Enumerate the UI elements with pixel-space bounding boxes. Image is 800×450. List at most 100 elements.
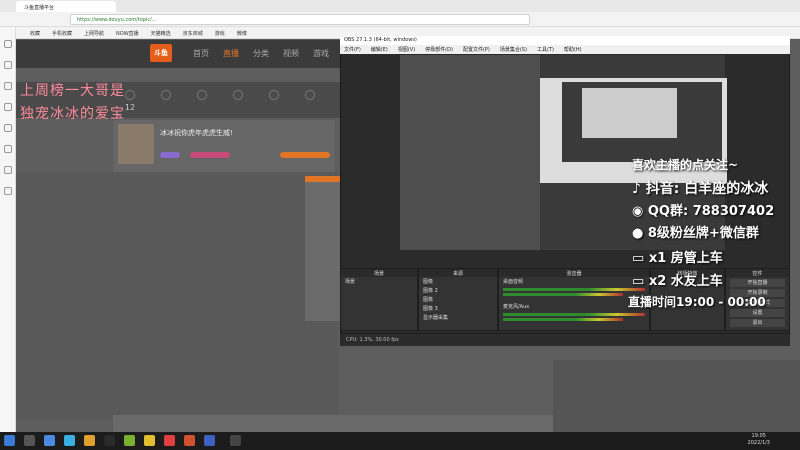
category-item[interactable]	[260, 90, 288, 103]
nav-video[interactable]: 视频	[283, 48, 299, 59]
bookmark-item[interactable]: 京东商城	[183, 30, 203, 37]
browser-tab[interactable]: 斗鱼直播平台	[16, 1, 116, 12]
bookmark-item[interactable]: NOW直播	[116, 30, 139, 37]
car-icon: ▭	[632, 251, 649, 266]
scene-item[interactable]: 场景	[341, 277, 417, 286]
douyu-logo[interactable]: 斗鱼	[150, 44, 172, 62]
bookmark-item[interactable]: 手机收藏	[52, 30, 72, 37]
source-item[interactable]: 图像 3	[419, 304, 497, 313]
url-input[interactable]: https://www.douyu.com/topic/...	[70, 14, 530, 25]
settings-button[interactable]: 设置	[730, 309, 785, 317]
nvidia-icon[interactable]	[124, 435, 135, 446]
app-icon[interactable]	[44, 435, 55, 446]
start-streaming-button[interactable]: 开始直播	[730, 279, 785, 287]
menu-docks[interactable]: 停靠部件(D)	[425, 46, 453, 53]
qq-icon: ◉	[632, 204, 648, 219]
panel-header: 来源	[419, 269, 497, 277]
gift-bar	[113, 415, 553, 432]
category-item[interactable]	[224, 90, 252, 103]
history-icon[interactable]	[4, 61, 12, 69]
menu-edit[interactable]: 编辑(E)	[371, 46, 388, 53]
source-item[interactable]: 图像	[419, 277, 497, 286]
bookmark-item[interactable]: 天猫精选	[151, 30, 171, 37]
wechat-icon: ●	[632, 226, 648, 241]
app-icon[interactable]	[144, 435, 155, 446]
bookmark-item[interactable]: 游戏	[215, 30, 225, 37]
category-icon	[125, 90, 135, 100]
category-item[interactable]	[188, 90, 216, 103]
overlay-schedule: 直播时间19:00 - 00:00	[628, 295, 766, 309]
volume-slider[interactable]	[503, 293, 623, 296]
nested-capture-deep	[582, 88, 677, 138]
category-item[interactable]	[152, 90, 180, 103]
steam-icon[interactable]	[24, 435, 35, 446]
taskbar	[0, 432, 800, 450]
list-icon[interactable]	[4, 187, 12, 195]
follow-button[interactable]	[280, 152, 330, 158]
app-icon[interactable]	[184, 435, 195, 446]
app-icon[interactable]	[64, 435, 75, 446]
mixer-track-label: 桌面音频	[503, 279, 524, 285]
weibo-icon[interactable]	[4, 124, 12, 132]
category-icon	[233, 90, 243, 100]
level-badge	[160, 152, 180, 158]
star-icon[interactable]	[4, 40, 12, 48]
overlay-qq: ◉ QQ群: 788307402	[632, 204, 775, 219]
nav-home[interactable]: 首页	[193, 48, 209, 59]
bookmark-item[interactable]: 上网导航	[84, 30, 104, 37]
app-icon[interactable]	[104, 435, 115, 446]
obs-icon[interactable]	[230, 435, 241, 446]
menu-view[interactable]: 视图(V)	[398, 46, 415, 53]
menu-help[interactable]: 帮助(H)	[564, 46, 582, 53]
mixer-track-label: 麦克风/Aux	[503, 304, 530, 310]
red-text-line-1: 上周榜一大哥是	[20, 83, 125, 99]
download-icon[interactable]	[4, 82, 12, 90]
car-icon: ▭	[632, 274, 649, 289]
menu-scenes[interactable]: 场景集合(S)	[500, 46, 527, 53]
source-item[interactable]: 图像 2	[419, 286, 497, 295]
douyin-icon: ♪	[632, 181, 646, 197]
exit-button[interactable]: 退出	[730, 319, 785, 327]
folder-icon[interactable]	[84, 435, 95, 446]
category-item[interactable]	[296, 90, 324, 103]
bookmark-item[interactable]: 收藏	[30, 30, 40, 37]
category-icon	[305, 90, 315, 100]
volume-meter	[503, 288, 645, 291]
menu-profile[interactable]: 配置文件(P)	[463, 46, 490, 53]
menu-file[interactable]: 文件(F)	[344, 46, 361, 53]
red-text-line-2: 独宠冰冰的爱宝	[20, 106, 125, 122]
scenes-panel: 场景 场景	[340, 268, 418, 331]
tab-bar	[0, 0, 800, 12]
browser-sidebar	[0, 27, 16, 432]
overlay-douyin: ♪ 抖音: 白羊座的冰冰	[632, 181, 769, 197]
overlay-follow: 喜欢主播的点关注~	[632, 158, 739, 172]
game-icon[interactable]	[4, 166, 12, 174]
app-icon[interactable]	[164, 435, 175, 446]
nav-game[interactable]: 游戏	[313, 48, 329, 59]
volume-slider[interactable]	[503, 318, 623, 321]
chat-area	[553, 360, 800, 432]
category-icon	[161, 90, 171, 100]
source-item[interactable]: 显示器采集	[419, 313, 497, 322]
menu-tools[interactable]: 工具(T)	[537, 46, 554, 53]
taskbar-clock[interactable]: 19:05 2022/1/3	[748, 433, 770, 447]
obs-menu-bar: 文件(F) 编辑(E) 视图(V) 停靠部件(D) 配置文件(P) 场景集合(S…	[340, 45, 790, 54]
nav-category[interactable]: 分类	[253, 48, 269, 59]
nav-live[interactable]: 直播	[223, 48, 239, 59]
obs-status-bar: CPU: 1.3%, 30.00 fps	[340, 333, 790, 346]
volume-meter	[503, 313, 645, 316]
panel-header: 混音器	[499, 269, 649, 277]
popup-dialog	[305, 176, 340, 321]
bookmark-item[interactable]: 微博	[237, 30, 247, 37]
video-area	[16, 172, 338, 420]
fan-badge	[190, 152, 230, 158]
obs-title: OBS 27.1.3 (64-bit, windows)	[340, 36, 790, 45]
chat-icon[interactable]	[4, 145, 12, 153]
avatar[interactable]	[118, 124, 154, 164]
note-icon[interactable]	[4, 103, 12, 111]
source-item[interactable]: 图像	[419, 295, 497, 304]
start-icon[interactable]	[4, 435, 15, 446]
category-icon	[269, 90, 279, 100]
app-icon[interactable]	[204, 435, 215, 446]
panel-header: 场景	[341, 269, 417, 277]
